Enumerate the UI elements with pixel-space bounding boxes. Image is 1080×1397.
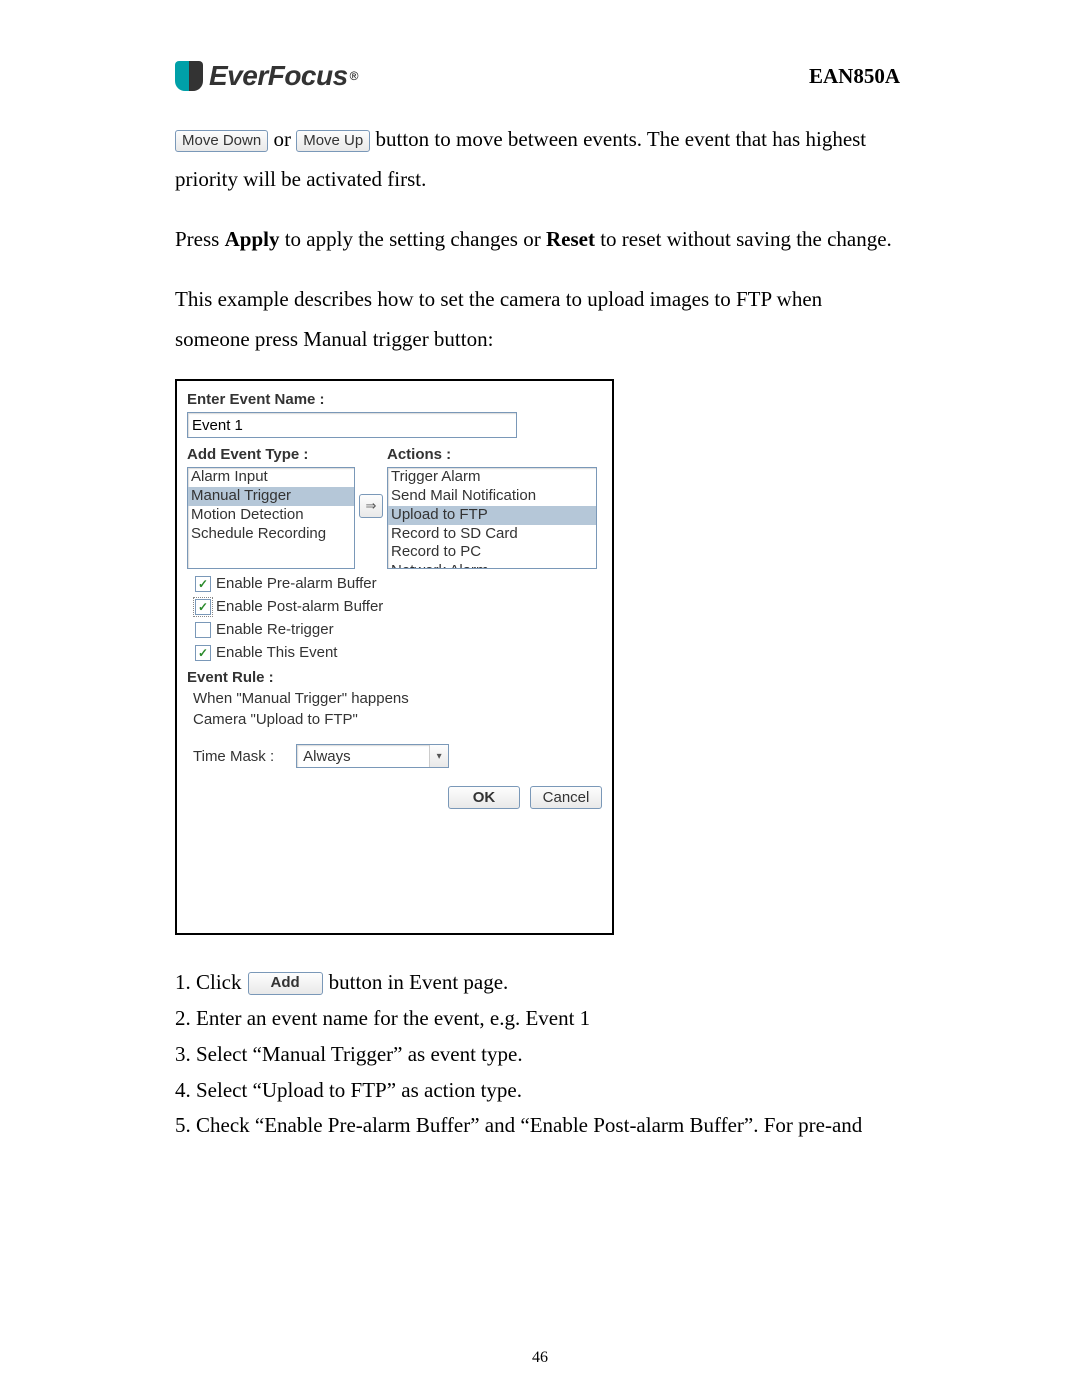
retrigger-checkbox[interactable] xyxy=(195,622,211,638)
step-1: 1. Click Add button in Event page. xyxy=(175,965,900,1001)
text: to reset without saving the change. xyxy=(595,227,892,251)
list-item[interactable]: Schedule Recording xyxy=(188,525,354,544)
time-mask-label: Time Mask : xyxy=(193,748,274,765)
logo-mark-icon xyxy=(175,61,203,91)
event-dialog-wrap: Enter Event Name : Add Event Type : Alar… xyxy=(175,379,900,935)
cancel-button[interactable]: Cancel xyxy=(530,786,602,809)
event-rule-label: Event Rule : xyxy=(187,669,602,686)
step-4: 4. Select “Upload to FTP” as action type… xyxy=(175,1073,900,1109)
page-number: 46 xyxy=(0,1349,1080,1367)
event-rule-line1: When "Manual Trigger" happens xyxy=(193,690,602,707)
list-item[interactable]: Record to SD Card xyxy=(388,525,596,544)
actions-listbox[interactable]: Trigger Alarm Send Mail Notification Upl… xyxy=(387,467,597,569)
enable-event-label: Enable This Event xyxy=(216,644,337,661)
move-down-button[interactable]: Move Down xyxy=(175,130,268,153)
list-item[interactable]: Trigger Alarm xyxy=(388,468,596,487)
list-item[interactable]: Motion Detection xyxy=(188,506,354,525)
paragraph-example-intro: This example describes how to set the ca… xyxy=(175,280,900,360)
list-item[interactable]: Send Mail Notification xyxy=(388,487,596,506)
text: Press xyxy=(175,227,225,251)
page: EverFocus ® EAN850A Move Down or Move Up… xyxy=(0,0,1080,1397)
text: button in Event page. xyxy=(329,965,509,1001)
post-alarm-label: Enable Post-alarm Buffer xyxy=(216,598,383,615)
list-item[interactable]: Network Alarm xyxy=(388,562,596,569)
arrow-right-icon: ⇒ xyxy=(366,498,377,514)
event-rule-line2: Camera "Upload to FTP" xyxy=(193,711,602,728)
step-2: 2. Enter an event name for the event, e.… xyxy=(175,1001,900,1037)
page-header: EverFocus ® EAN850A xyxy=(175,60,900,92)
chevron-down-icon: ▾ xyxy=(429,745,448,767)
add-button[interactable]: Add xyxy=(248,972,323,995)
list-item[interactable]: Alarm Input xyxy=(188,468,354,487)
enable-event-checkbox[interactable]: ✓ xyxy=(195,645,211,661)
text: or xyxy=(268,127,296,151)
text: 1. Click xyxy=(175,965,242,1001)
brand-name: EverFocus xyxy=(209,60,348,92)
step-3: 3. Select “Manual Trigger” as event type… xyxy=(175,1037,900,1073)
assign-arrow-button[interactable]: ⇒ xyxy=(359,494,383,518)
post-alarm-checkbox[interactable]: ✓ xyxy=(195,599,211,615)
reset-label: Reset xyxy=(546,227,595,251)
pre-alarm-checkbox[interactable]: ✓ xyxy=(195,576,211,592)
time-mask-value: Always xyxy=(297,748,429,765)
enter-event-name-label: Enter Event Name : xyxy=(187,391,602,408)
list-item[interactable]: Manual Trigger xyxy=(188,487,354,506)
paragraph-move-buttons: Move Down or Move Up button to move betw… xyxy=(175,120,900,200)
pre-alarm-label: Enable Pre-alarm Buffer xyxy=(216,575,377,592)
add-event-type-label: Add Event Type : xyxy=(187,446,355,463)
ok-button[interactable]: OK xyxy=(448,786,520,809)
step-5: 5. Check “Enable Pre-alarm Buffer” and “… xyxy=(175,1108,900,1144)
event-name-input[interactable] xyxy=(187,412,517,438)
actions-label: Actions : xyxy=(387,446,597,463)
event-dialog: Enter Event Name : Add Event Type : Alar… xyxy=(175,379,614,935)
list-item[interactable]: Record to PC xyxy=(388,543,596,562)
model-number: EAN850A xyxy=(809,64,900,89)
brand-logo: EverFocus ® xyxy=(175,60,359,92)
move-up-button[interactable]: Move Up xyxy=(296,130,370,153)
paragraph-apply-reset: Press Apply to apply the setting changes… xyxy=(175,220,900,260)
steps-list: 1. Click Add button in Event page. 2. En… xyxy=(175,965,900,1143)
time-mask-select[interactable]: Always ▾ xyxy=(296,744,449,768)
apply-label: Apply xyxy=(225,227,280,251)
text: to apply the setting changes or xyxy=(279,227,546,251)
retrigger-label: Enable Re-trigger xyxy=(216,621,334,638)
registered-icon: ® xyxy=(350,69,359,83)
list-item[interactable]: Upload to FTP xyxy=(388,506,596,525)
event-type-listbox[interactable]: Alarm Input Manual Trigger Motion Detect… xyxy=(187,467,355,569)
